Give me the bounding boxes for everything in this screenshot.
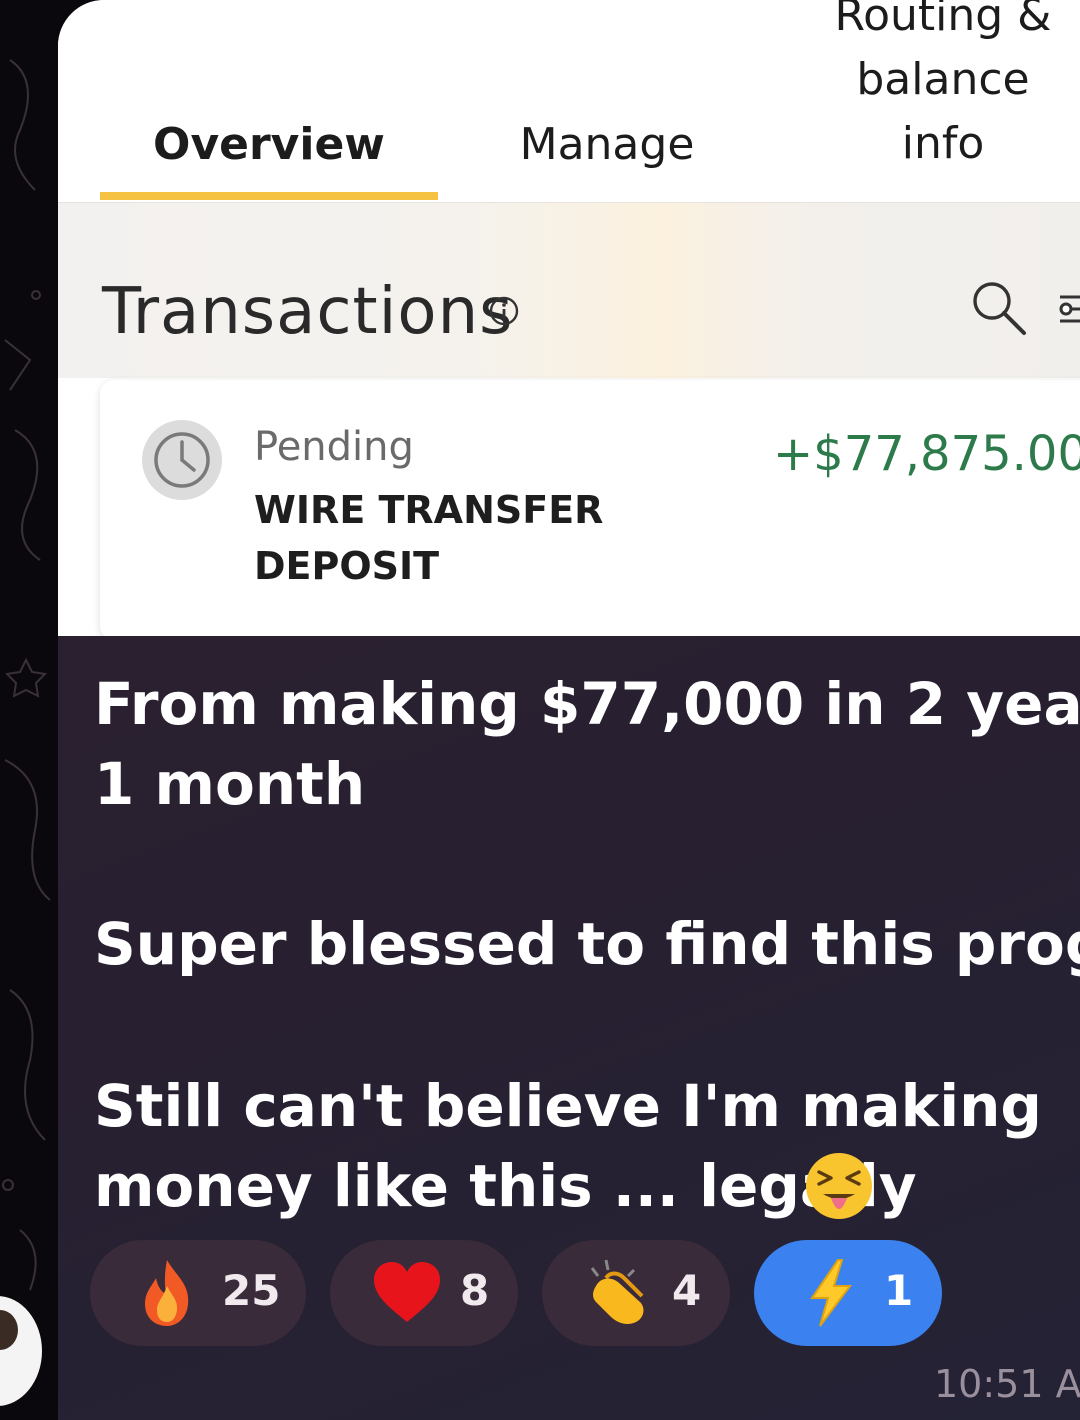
info-icon bbox=[489, 296, 519, 326]
transactions-header: Transactions bbox=[58, 203, 1080, 378]
tab-routing-balance-info: Routing & balance info bbox=[778, 0, 1080, 176]
clapping-hands-icon bbox=[590, 1259, 644, 1324]
account-tabs: Overview Manage Routing & balance info bbox=[58, 0, 1080, 204]
tab-routing-line-2: balance bbox=[856, 54, 1030, 105]
message-line-2: 1 month bbox=[94, 750, 366, 818]
reaction-heart-count: 8 bbox=[460, 1266, 490, 1315]
transaction-description: WIRE TRANSFER DEPOSIT bbox=[254, 482, 634, 594]
tab-overview: Overview bbox=[153, 119, 385, 170]
tab-routing-line-3: info bbox=[901, 118, 985, 169]
message-line-5: money like this ... legally bbox=[94, 1152, 917, 1220]
transaction-card: Pending WIRE TRANSFER DEPOSIT +$77,875.0… bbox=[100, 380, 1080, 636]
reaction-clap[interactable]: 4 bbox=[542, 1240, 730, 1346]
chat-wallpaper-doodles bbox=[2, 59, 51, 1291]
banking-screenshot-image[interactable]: Overview Manage Routing & balance info T… bbox=[58, 0, 1080, 636]
message-timestamp: 10:51 A bbox=[934, 1362, 1080, 1406]
heart-icon bbox=[374, 1262, 440, 1322]
clock-icon bbox=[142, 420, 222, 500]
message-line-4: Still can't believe I'm making bbox=[94, 1072, 1042, 1140]
transaction-description-line-2: DEPOSIT bbox=[254, 544, 440, 588]
fire-icon bbox=[145, 1260, 189, 1326]
transaction-amount: +$77,875.00 bbox=[772, 426, 1080, 482]
transaction-status: Pending bbox=[254, 424, 414, 470]
avatar-face bbox=[0, 1310, 18, 1350]
transaction-description-line-1: WIRE TRANSFER bbox=[254, 488, 604, 532]
reaction-clap-count: 4 bbox=[672, 1266, 702, 1315]
squinting-face-with-tongue-icon bbox=[806, 1153, 872, 1219]
active-tab-indicator bbox=[100, 192, 438, 200]
reaction-fire-count: 25 bbox=[222, 1266, 281, 1315]
reaction-heart[interactable]: 8 bbox=[330, 1240, 518, 1346]
message-line-1: From making $77,000 in 2 years to bbox=[94, 670, 1080, 738]
reaction-lightning[interactable]: 1 bbox=[754, 1240, 942, 1346]
message-bubble: Overview Manage Routing & balance info T… bbox=[58, 0, 1080, 1420]
tab-manage: Manage bbox=[519, 119, 695, 170]
transactions-title: Transactions bbox=[102, 275, 514, 349]
filter-icon bbox=[1059, 295, 1080, 323]
search-icon bbox=[973, 282, 1026, 335]
lightning-icon bbox=[810, 1259, 852, 1327]
reaction-fire[interactable]: 25 bbox=[90, 1240, 306, 1346]
reaction-lightning-count: 1 bbox=[884, 1266, 914, 1315]
message-line-3: Super blessed to find this program bbox=[94, 910, 1080, 978]
tab-routing-line-1: Routing & bbox=[834, 0, 1052, 41]
